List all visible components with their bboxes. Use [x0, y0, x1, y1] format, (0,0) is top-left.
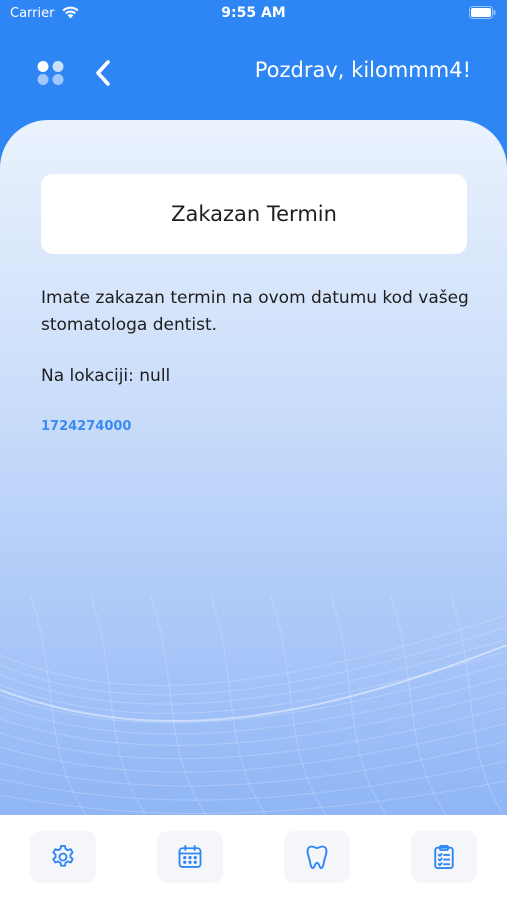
content-card: Zakazan Termin Imate zakazan termin na o…: [0, 120, 507, 820]
nav-calendar-button[interactable]: [157, 831, 223, 883]
status-bar: Carrier 9:55 AM: [0, 0, 507, 30]
chevron-left-icon[interactable]: [92, 59, 114, 87]
menu-icon[interactable]: [36, 60, 66, 86]
bottom-nav: [0, 815, 507, 900]
nav-tooth-button[interactable]: [284, 831, 350, 883]
status-time: 9:55 AM: [221, 5, 286, 21]
gear-icon: [52, 844, 74, 867]
greeting-text: Pozdrav, kilommm4!: [254, 58, 471, 82]
decorative-waves: [0, 595, 507, 820]
clipboard-list-icon: [434, 844, 454, 870]
battery-icon: [469, 6, 496, 19]
appointment-timestamp: 1724274000: [41, 419, 132, 434]
nav-settings-button[interactable]: [30, 831, 96, 883]
appointment-title-box: Zakazan Termin: [41, 174, 467, 254]
calendar-icon: [178, 844, 202, 868]
nav-records-button[interactable]: [411, 831, 477, 883]
appointment-title: Zakazan Termin: [171, 202, 337, 226]
appointment-location: Na lokaciji: null: [41, 366, 171, 386]
tooth-icon: [306, 845, 328, 870]
appointment-message: Imate zakazan termin na ovom datumu kod …: [41, 288, 469, 335]
